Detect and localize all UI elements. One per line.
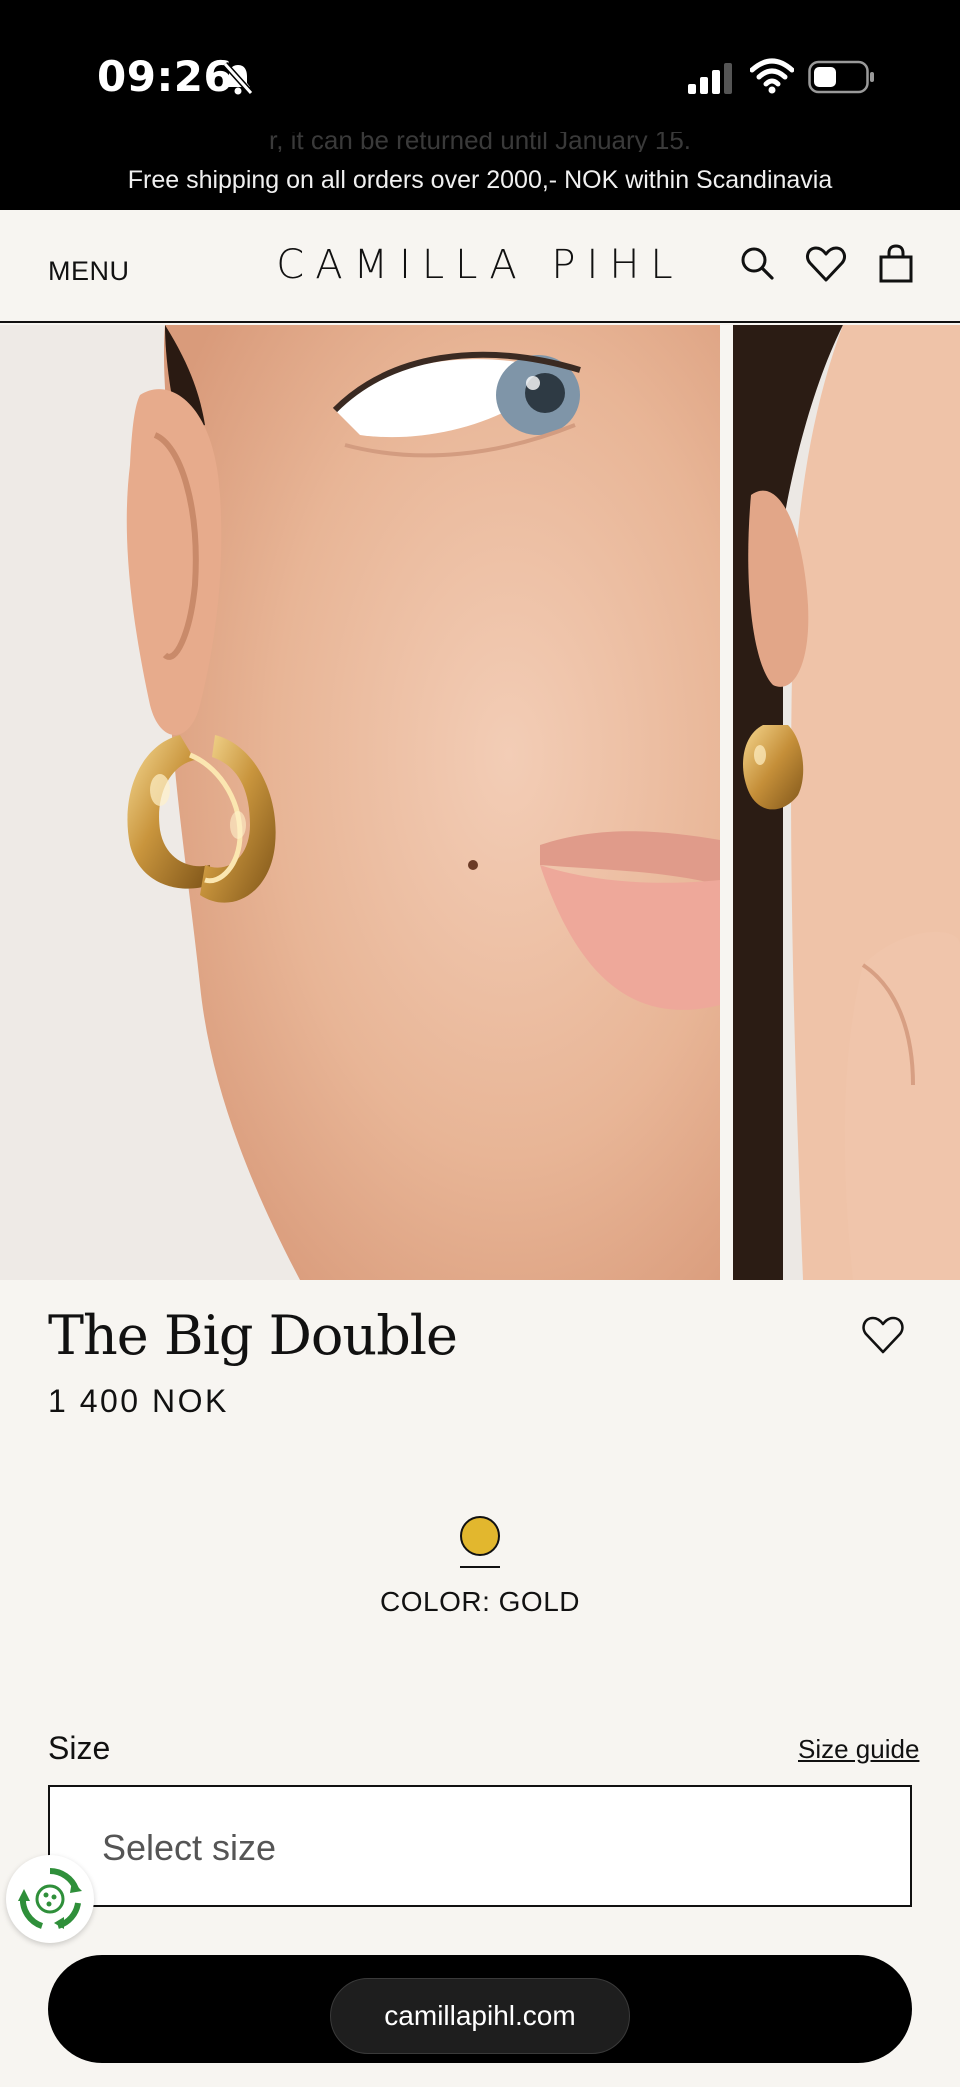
recycle-icon [18, 1868, 82, 1929]
color-swatch-gold[interactable] [460, 1516, 500, 1556]
product-image-2[interactable] [733, 325, 960, 1280]
wishlist-heart-icon[interactable] [860, 1312, 906, 1358]
battery-icon [808, 60, 874, 94]
size-select[interactable]: Select size [48, 1785, 912, 1907]
bell-slash-icon [222, 61, 254, 96]
product-gallery[interactable] [0, 325, 960, 1280]
product-title: The Big Double [48, 1304, 458, 1367]
announcement-previous: r, it can be returned until January 15. [268, 132, 692, 152]
size-guide-link[interactable]: Size guide [798, 1734, 919, 1765]
selected-swatch-indicator [460, 1566, 500, 1568]
product-price: 1 400 NOK [48, 1383, 229, 1419]
announcement-bar: Free shipping on all orders over 2000,- … [127, 166, 833, 194]
wifi-icon [750, 58, 794, 94]
size-label: Size [48, 1730, 111, 1766]
size-select-placeholder: Select size [102, 1827, 277, 1868]
heart-icon[interactable] [804, 242, 848, 286]
browser-url-pill[interactable]: camillapihl.com [330, 1978, 630, 2054]
color-label: COLOR: GOLD [380, 1586, 580, 1617]
eco-badge[interactable] [6, 1855, 94, 1943]
product-image-1[interactable] [0, 325, 720, 1280]
signal-icon [688, 63, 732, 94]
status-time: 09:26 [97, 52, 234, 101]
site-header: MENU CAMILLA PIHL [0, 210, 960, 323]
search-icon[interactable] [736, 242, 780, 286]
status-bar: 09:26 r, it can be returned until Januar… [0, 0, 960, 210]
bag-icon[interactable] [874, 242, 918, 286]
